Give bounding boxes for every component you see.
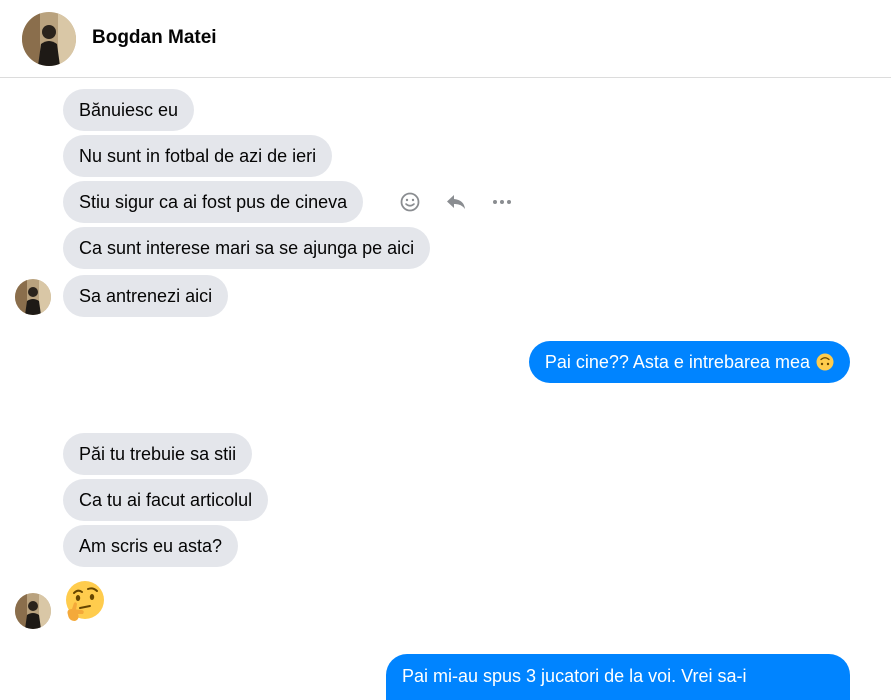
message-text: Păi tu trebuie sa stii — [79, 444, 237, 464]
message-incoming[interactable]: Păi tu trebuie sa stii — [63, 433, 253, 475]
sender-avatar[interactable] — [15, 279, 51, 315]
message-thread[interactable]: Bănuiesc eu Nu sunt in fotbal de azi de … — [0, 79, 891, 700]
message-text: Bănuiesc eu — [79, 100, 179, 120]
reply-icon[interactable] — [444, 190, 468, 214]
message-outgoing[interactable]: Pai mi-au spus 3 jucatori de la voi. Vre… — [386, 654, 850, 700]
message-outgoing[interactable]: Pai cine?? Asta e intrebarea mea — [528, 341, 850, 383]
message-text: Ca tu ai facut articolul — [79, 490, 253, 510]
message-text: Stiu sigur ca ai fost pus de cineva — [79, 192, 348, 212]
message-text: Pai mi-au spus 3 jucatori de la voi. Vre… — [402, 666, 747, 686]
message-incoming[interactable]: Stiu sigur ca ai fost pus de cineva — [63, 181, 364, 223]
conversation-header: Bogdan Matei — [0, 0, 891, 78]
react-smiley-icon[interactable] — [398, 190, 422, 214]
upside-down-face-emoji — [816, 344, 834, 371]
sender-avatar[interactable] — [15, 593, 51, 629]
message-text: Ca sunt interese mari sa se ajunga pe ai… — [79, 238, 415, 258]
message-text: Am scris eu asta? — [79, 536, 223, 556]
message-incoming[interactable]: Am scris eu asta? — [63, 525, 239, 567]
message-text: Nu sunt in fotbal de azi de ieri — [79, 146, 317, 166]
more-options-icon[interactable] — [490, 190, 514, 214]
message-incoming[interactable]: Ca tu ai facut articolul — [63, 479, 269, 521]
contact-name[interactable]: Bogdan Matei — [92, 27, 217, 49]
message-text: Sa antrenezi aici — [79, 286, 213, 306]
message-incoming[interactable]: Nu sunt in fotbal de azi de ieri — [63, 135, 333, 177]
message-incoming[interactable]: Sa antrenezi aici — [63, 275, 229, 317]
message-incoming[interactable]: Ca sunt interese mari sa se ajunga pe ai… — [63, 227, 431, 269]
thinking-face-emoji[interactable] — [62, 579, 108, 625]
message-text: Pai cine?? Asta e intrebarea mea — [544, 352, 810, 372]
contact-avatar[interactable] — [22, 12, 76, 66]
message-incoming[interactable]: Bănuiesc eu — [63, 89, 195, 131]
